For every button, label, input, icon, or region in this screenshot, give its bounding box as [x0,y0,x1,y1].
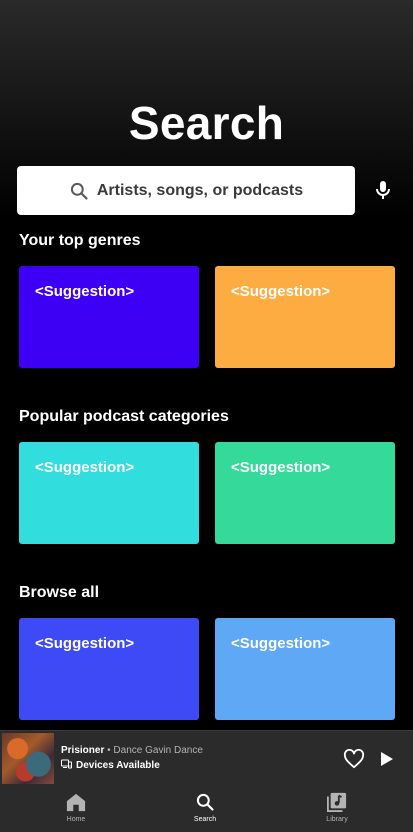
card-label: <Suggestion> [35,459,135,476]
search-icon [195,792,215,814]
tab-label: Search [193,816,217,823]
heart-icon[interactable] [343,748,365,774]
devices-icon [61,759,72,772]
genre-card[interactable]: <Suggestion> [215,266,395,368]
browse-card[interactable]: <Suggestion> [19,618,199,720]
tab-search[interactable]: Search [175,792,235,823]
podcast-category-card[interactable]: <Suggestion> [19,442,199,544]
track-title: Prisioner [61,745,105,756]
card-label: <Suggestion> [35,283,135,300]
genre-card[interactable]: <Suggestion> [19,266,199,368]
tab-home[interactable]: Home [46,792,106,823]
search-screen: Search Artists, songs, or podcasts Your … [0,0,413,832]
card-label: <Suggestion> [231,635,331,652]
search-placeholder: Artists, songs, or podcasts [96,181,304,199]
page-title: Search [128,97,285,149]
track-info: Prisioner • Dance Gavin Dance [61,745,203,757]
section-title-podcast-categories: Popular podcast categories [19,408,229,425]
microphone-icon[interactable] [371,178,395,202]
search-icon [69,181,89,201]
devices-available[interactable]: Devices Available [61,759,160,772]
podcast-category-card[interactable]: <Suggestion> [215,442,395,544]
browse-card[interactable]: <Suggestion> [215,618,395,720]
section-title-top-genres: Your top genres [19,232,141,249]
home-icon [65,792,87,814]
devices-label: Devices Available [76,760,160,771]
mini-player[interactable]: Prisioner • Dance Gavin Dance Devices Av… [0,730,413,785]
library-icon [326,792,348,814]
tab-label: Library [326,816,348,823]
card-label: <Suggestion> [231,283,331,300]
tab-library[interactable]: Library [307,792,367,823]
play-icon[interactable] [380,751,394,772]
card-label: <Suggestion> [231,459,331,476]
album-art [2,733,54,785]
card-label: <Suggestion> [35,635,135,652]
bottom-tab-bar: Home Search Library [0,784,413,832]
search-input[interactable]: Artists, songs, or podcasts [17,166,355,215]
section-title-browse-all: Browse all [19,584,100,601]
tab-label: Home [66,816,86,823]
track-artist: Dance Gavin Dance [113,745,203,756]
